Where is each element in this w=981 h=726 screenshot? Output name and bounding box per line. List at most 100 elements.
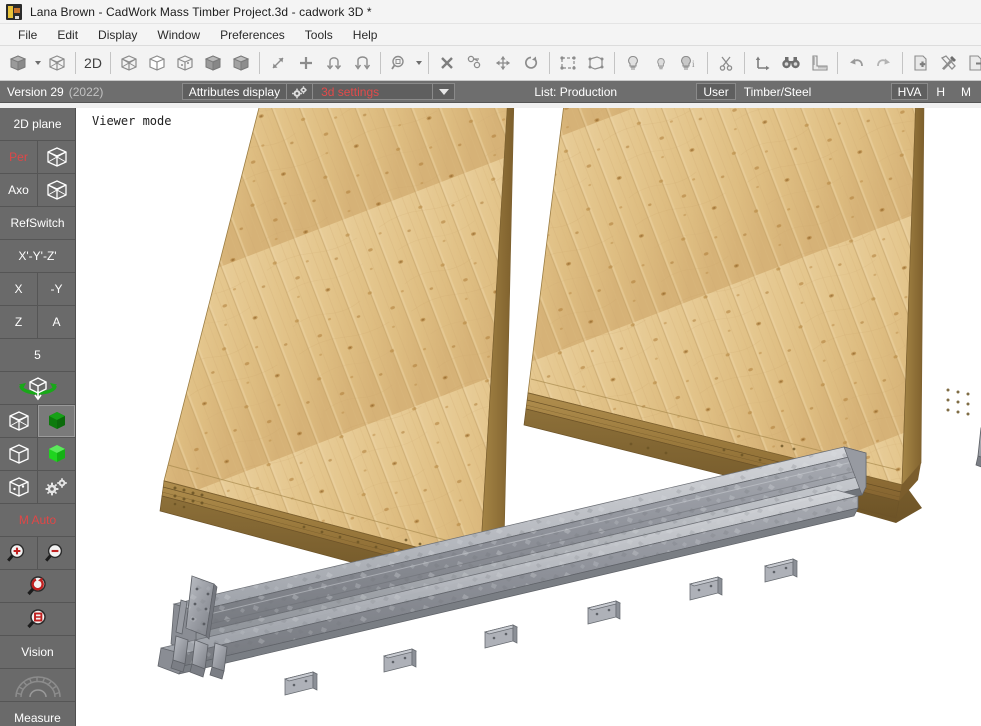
- add-element-button[interactable]: [292, 49, 320, 77]
- sidebar-view-solid[interactable]: [37, 405, 75, 437]
- visibility-hide-button[interactable]: [647, 49, 675, 77]
- h-button[interactable]: H: [928, 81, 953, 102]
- sidebar-zoom-out[interactable]: [37, 537, 75, 569]
- visibility-info-button[interactable]: i: [675, 49, 703, 77]
- settings-tools-button[interactable]: [935, 49, 963, 77]
- sidebar-view-wire[interactable]: [0, 405, 37, 437]
- sidebar-refswitch[interactable]: RefSwitch: [0, 207, 75, 239]
- gears-icon[interactable]: [287, 83, 314, 100]
- sidebar-rotate-view[interactable]: [0, 372, 75, 404]
- sidebar-2d-plane[interactable]: 2D plane: [0, 108, 75, 140]
- view-points-button[interactable]: [171, 49, 199, 77]
- production-list-label: List: Production: [534, 84, 618, 99]
- clt-panel-right: [523, 108, 970, 523]
- sidebar-item-label: M Auto: [18, 513, 57, 527]
- 3d-settings-field[interactable]: 3d settings: [313, 83, 434, 100]
- cadwork-3d-window: Lana Brown - CadWork Mass Timber Project…: [0, 0, 981, 726]
- view-shaded-button[interactable]: [199, 49, 227, 77]
- viewer-mode-label: Viewer mode: [92, 114, 172, 128]
- sidebar-item-label: 2D plane: [13, 117, 62, 131]
- sidebar-vision[interactable]: Vision: [0, 636, 75, 668]
- toolbar-separator: [837, 52, 838, 74]
- menu-help[interactable]: Help: [343, 26, 388, 44]
- menu-preferences[interactable]: Preferences: [210, 26, 295, 44]
- version-indicator: Version 29 (2022): [0, 81, 110, 102]
- export-button[interactable]: [963, 49, 981, 77]
- connector-plate-group-right: [975, 427, 981, 468]
- cut-button[interactable]: [712, 49, 740, 77]
- view-wireframe-button[interactable]: [115, 49, 143, 77]
- menu-tools[interactable]: Tools: [295, 26, 343, 44]
- wireframe-view-button[interactable]: [43, 49, 71, 77]
- sidebar-view-hidden[interactable]: [0, 438, 37, 470]
- measure-tool-button[interactable]: [805, 49, 833, 77]
- select-partial-button[interactable]: [582, 49, 610, 77]
- menu-display[interactable]: Display: [88, 26, 147, 44]
- find-button[interactable]: [777, 49, 805, 77]
- toolbar-separator: [259, 52, 260, 74]
- delete-button[interactable]: [433, 49, 461, 77]
- sidebar-view-dots[interactable]: [0, 471, 37, 503]
- m-button[interactable]: M: [953, 81, 979, 102]
- green-cube-dark-icon: [48, 412, 65, 429]
- sidebar-m-auto[interactable]: M Auto: [0, 504, 75, 536]
- sidebar-axonometric[interactable]: Axo: [0, 174, 37, 206]
- sidebar-perspective[interactable]: Per: [0, 141, 37, 173]
- sidebar-item-label: 5: [34, 348, 41, 362]
- redo-button[interactable]: [870, 49, 898, 77]
- move-button[interactable]: [489, 49, 517, 77]
- view-hidden-line-button[interactable]: [143, 49, 171, 77]
- main-toolbar: 2D i: [0, 46, 981, 81]
- sidebar-row: X'-Y'-Z': [0, 240, 75, 273]
- sidebar-row: X -Y: [0, 273, 75, 306]
- title-bar: Lana Brown - CadWork Mass Timber Project…: [0, 0, 981, 24]
- zoom-extents-button[interactable]: [264, 49, 292, 77]
- display-mode-dropdown[interactable]: [32, 49, 43, 77]
- sidebar-axis-a[interactable]: A: [37, 306, 75, 338]
- sidebar-measure[interactable]: Measure: [0, 702, 75, 726]
- sidebar-axis-prime[interactable]: X'-Y'-Z': [0, 240, 75, 272]
- menu-edit[interactable]: Edit: [47, 26, 88, 44]
- sidebar-item-label: Z: [14, 315, 23, 329]
- user-button[interactable]: User: [696, 83, 736, 100]
- zoom-in-icon: [6, 543, 24, 562]
- hidden-line-cube-icon: [8, 444, 29, 464]
- visibility-show-button[interactable]: [619, 49, 647, 77]
- sidebar-zoom-window[interactable]: [0, 603, 75, 635]
- zoom-tool-button[interactable]: [385, 49, 413, 77]
- zoom-tool-dropdown[interactable]: [413, 49, 424, 77]
- 2d-view-button[interactable]: 2D: [80, 49, 106, 77]
- mirror-view-button[interactable]: [348, 49, 376, 77]
- 3d-viewport[interactable]: Viewer mode: [76, 108, 981, 726]
- sidebar-item-label: RefSwitch: [10, 216, 65, 230]
- 3d-settings-dropdown[interactable]: [433, 83, 456, 100]
- display-mode-button[interactable]: [4, 49, 32, 77]
- view-rendered-button[interactable]: [227, 49, 255, 77]
- new-document-button[interactable]: [907, 49, 935, 77]
- undo-view-button[interactable]: [320, 49, 348, 77]
- sidebar-axis-z[interactable]: Z: [0, 306, 37, 338]
- undo-button[interactable]: [842, 49, 870, 77]
- sidebar-zoom-previous[interactable]: [0, 570, 75, 602]
- sidebar-zoom-in[interactable]: [0, 537, 37, 569]
- menu-file[interactable]: File: [8, 26, 47, 44]
- sidebar-gear-wheel[interactable]: [0, 669, 75, 701]
- axis-button[interactable]: [749, 49, 777, 77]
- menu-window[interactable]: Window: [147, 26, 210, 44]
- rotate-cube-green-icon: [18, 377, 57, 401]
- sidebar-perspective-icon[interactable]: [37, 141, 75, 173]
- select-all-button[interactable]: [554, 49, 582, 77]
- sidebar-view-settings[interactable]: [37, 471, 75, 503]
- sidebar-axo-icon[interactable]: [37, 174, 75, 206]
- sidebar-row: [0, 537, 75, 570]
- sidebar-row: [0, 669, 75, 702]
- sidebar-axis-neg-y[interactable]: -Y: [37, 273, 75, 305]
- sidebar-step-5[interactable]: 5: [0, 339, 75, 371]
- attributes-display-button[interactable]: Attributes display: [181, 83, 288, 100]
- hva-button[interactable]: HVA: [890, 83, 929, 100]
- sidebar-view-render[interactable]: [37, 438, 75, 470]
- sidebar-row: [0, 603, 75, 636]
- copy-button[interactable]: [461, 49, 489, 77]
- rotate-button[interactable]: [517, 49, 545, 77]
- sidebar-axis-x[interactable]: X: [0, 273, 37, 305]
